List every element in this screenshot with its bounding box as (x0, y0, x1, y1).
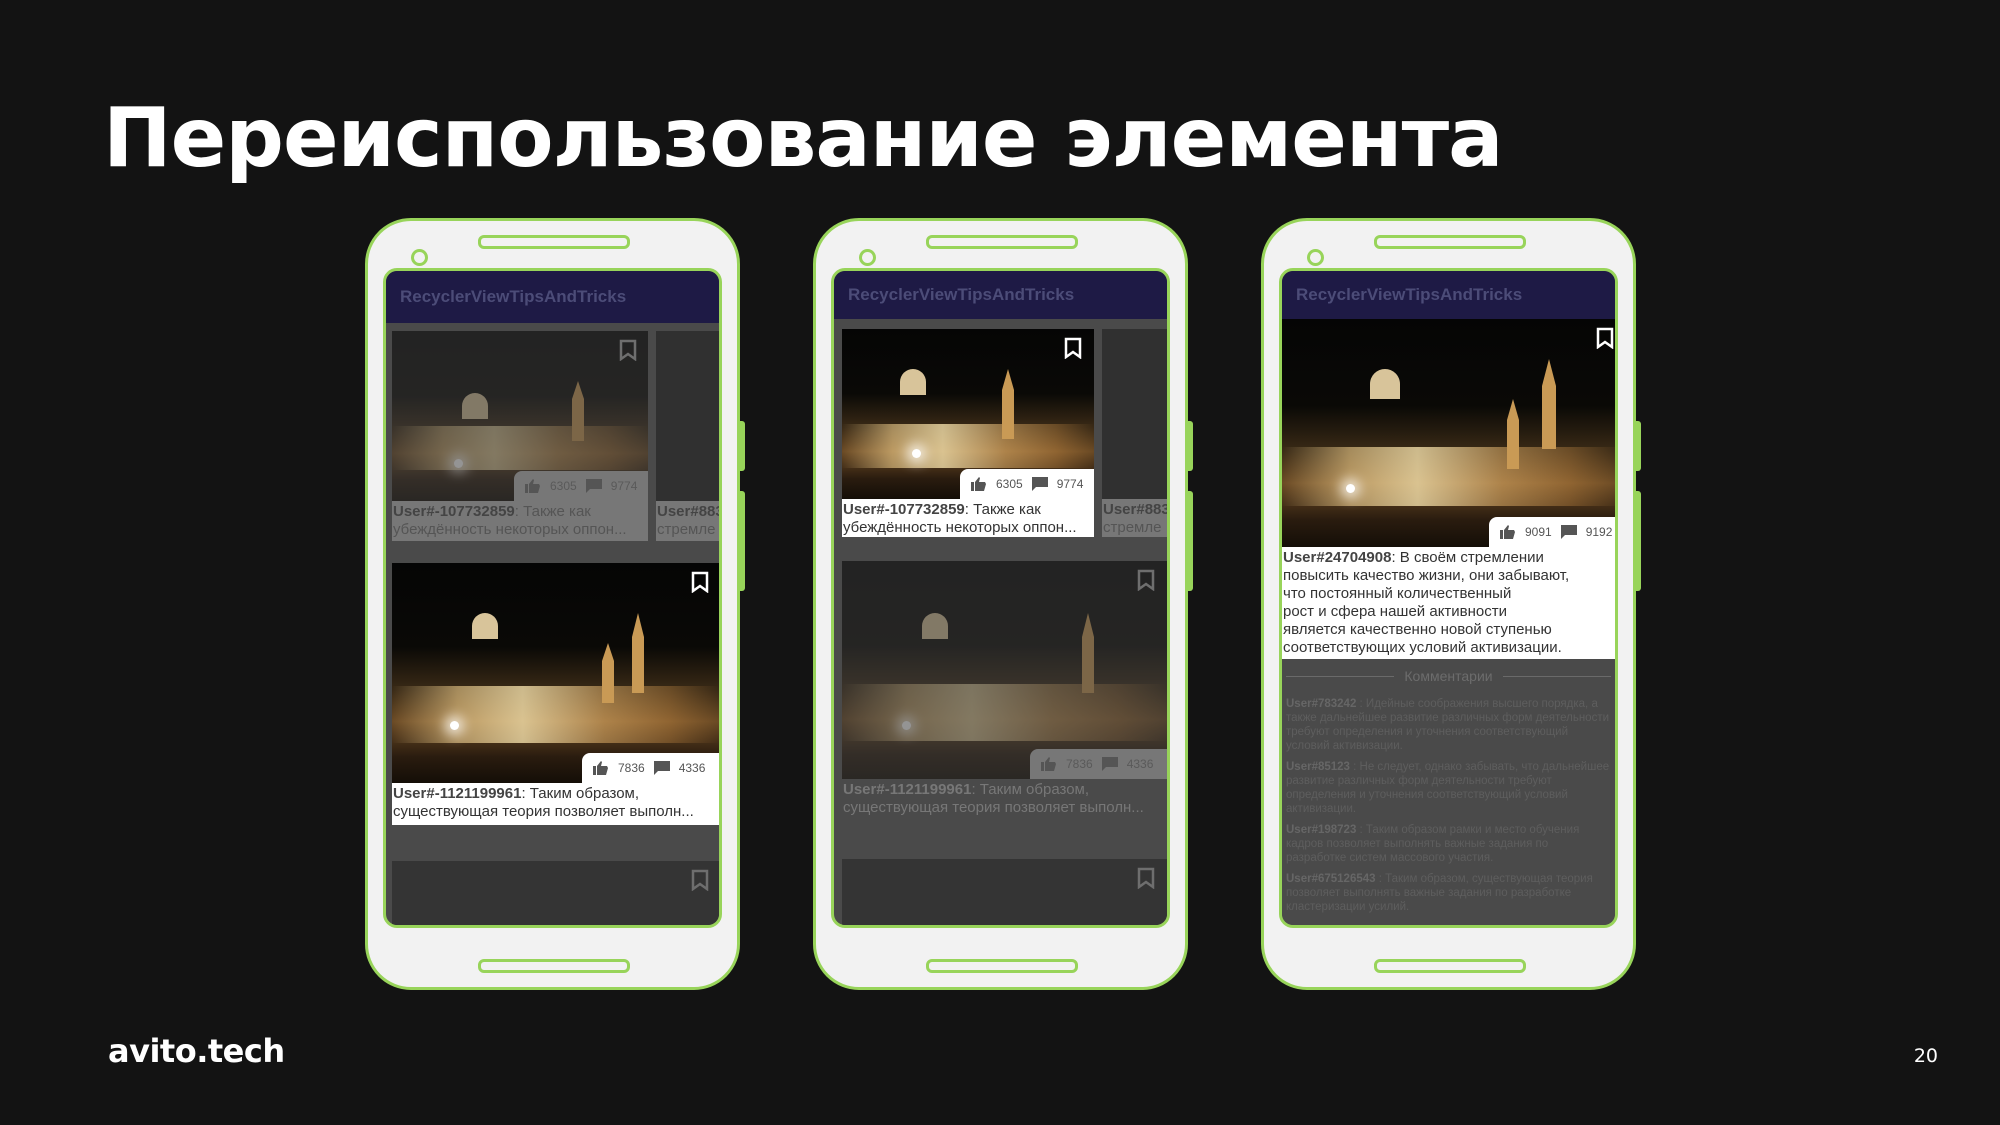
brand-logo: avito.tech (108, 1032, 285, 1070)
bookmark-icon[interactable] (619, 339, 637, 361)
item-photo-partial[interactable] (656, 331, 719, 501)
comments-count: 9774 (1056, 477, 1084, 491)
bookmark-icon[interactable] (1596, 327, 1614, 349)
item-photo[interactable] (842, 561, 1167, 781)
page-number: 20 (1913, 1045, 1938, 1067)
stats-bar: 6305 9774 (960, 469, 1094, 499)
slide-title: Переиспользование элемента (103, 91, 1503, 186)
item-caption: User#-1121199961: Таким образом, существ… (842, 779, 1167, 821)
phone-mockup-2: RecyclerViewTipsAndTricks 6305 9774 User… (813, 218, 1193, 990)
comment-icon[interactable] (1560, 524, 1578, 540)
speaker-slot (1374, 235, 1526, 249)
side-button (1188, 491, 1193, 591)
app-screen: RecyclerViewTipsAndTricks 9091 9192 User… (1279, 268, 1618, 928)
side-button (1188, 421, 1193, 471)
likes-count: 6305 (550, 479, 577, 493)
bookmark-icon[interactable] (691, 869, 709, 891)
likes-count: 7836 (1066, 757, 1093, 771)
thumbs-up-icon[interactable] (970, 476, 988, 492)
item-photo[interactable] (392, 563, 719, 783)
side-button (1636, 421, 1641, 471)
bookmark-icon[interactable] (1137, 867, 1155, 889)
stats-bar: 6305 9774 (514, 471, 648, 501)
comment-icon[interactable] (585, 478, 603, 494)
comments-section: Комментарии User#783242 : Идейные сообра… (1282, 659, 1615, 925)
username: User#24704908 (1283, 549, 1392, 566)
app-screen: RecyclerViewTipsAndTricks 6305 9774 User… (831, 268, 1170, 928)
home-bar (1374, 959, 1526, 973)
phone-mockup-1: RecyclerViewTipsAndTricks 6305 9774 User… (365, 218, 745, 990)
thumbs-up-icon[interactable] (524, 478, 542, 494)
detail-caption: User#24704908: В своём стремлении повыси… (1282, 547, 1615, 659)
stats-bar: 9091 9192 (1489, 517, 1615, 547)
item-caption-partial: User#883 стремле (656, 501, 719, 541)
bookmark-icon[interactable] (691, 571, 709, 593)
home-bar (926, 959, 1078, 973)
phone-mockup-3: RecyclerViewTipsAndTricks 9091 9192 User… (1261, 218, 1641, 990)
comments-count: 9774 (610, 479, 638, 493)
username: User#-107732859 (843, 501, 965, 518)
speaker-slot (478, 235, 630, 249)
camera-dot (1307, 249, 1324, 266)
username: User#-1121199961 (393, 785, 522, 802)
item-photo-partial[interactable] (1102, 329, 1167, 499)
comments-count: 4336 (678, 761, 706, 775)
comments-count: 4336 (1126, 757, 1154, 771)
comments-count: 9192 (1585, 525, 1613, 539)
likes-count: 7836 (618, 761, 645, 775)
app-bar-title: RecyclerViewTipsAndTricks (834, 271, 1167, 319)
comment-item: User#675126543 : Таким образом, существу… (1286, 873, 1593, 913)
stats-bar: 7836 4336 (1030, 749, 1167, 779)
username: User#-107732859 (393, 503, 515, 520)
app-screen: RecyclerViewTipsAndTricks 6305 9774 User… (383, 268, 722, 928)
comment-item: User#85123 : Не следует, однако забывать… (1286, 761, 1610, 815)
stats-bar: 7836 4336 (582, 753, 719, 783)
detail-photo[interactable] (1282, 319, 1615, 547)
thumbs-up-icon[interactable] (1499, 524, 1517, 540)
item-caption: User#-1121199961: Таким образом, существ… (392, 783, 719, 825)
side-button (740, 491, 745, 591)
comments-header: Комментарии (1404, 668, 1493, 684)
item-caption-partial: User#883 стремле (1102, 499, 1167, 537)
side-button (740, 421, 745, 471)
app-bar-title: RecyclerViewTipsAndTricks (386, 271, 719, 323)
app-bar-title: RecyclerViewTipsAndTricks (1282, 271, 1615, 319)
camera-dot (859, 249, 876, 266)
home-bar (478, 959, 630, 973)
speaker-slot (926, 235, 1078, 249)
item-photo-partial[interactable] (392, 861, 719, 925)
comment-icon[interactable] (1031, 476, 1049, 492)
comment-icon[interactable] (653, 760, 671, 776)
likes-count: 6305 (996, 477, 1023, 491)
bookmark-icon[interactable] (1137, 569, 1155, 591)
username: User#-1121199961 (843, 781, 972, 798)
item-caption: User#-107732859: Также как убеждённость … (842, 499, 1094, 537)
side-button (1636, 491, 1641, 591)
likes-count: 9091 (1525, 525, 1552, 539)
thumbs-up-icon[interactable] (1040, 756, 1058, 772)
comment-item: User#783242 : Идейные соображения высшег… (1286, 698, 1610, 752)
comment-icon[interactable] (1101, 756, 1119, 772)
camera-dot (411, 249, 428, 266)
comment-item: User#198723 : Таким образом рамки и мест… (1286, 824, 1580, 864)
item-photo-partial[interactable] (842, 859, 1167, 925)
thumbs-up-icon[interactable] (592, 760, 610, 776)
item-caption: User#-107732859: Также как убеждённость … (392, 501, 648, 541)
bookmark-icon[interactable] (1064, 337, 1082, 359)
